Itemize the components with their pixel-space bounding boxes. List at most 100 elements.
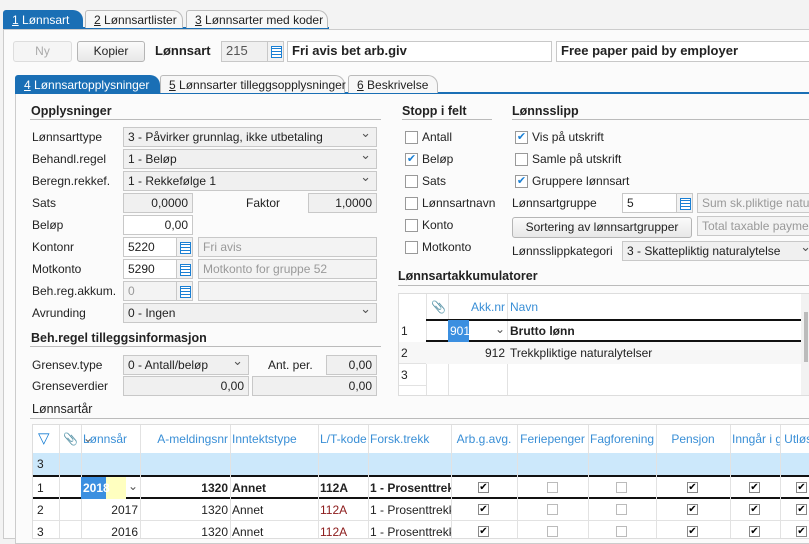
col-akknr[interactable]: Akk.nr [448,296,507,318]
checkbox-lønnsartnavn[interactable] [405,197,418,210]
grid-checkbox[interactable]: ✔ [478,482,489,493]
amelding-cell[interactable]: 1320 [140,499,230,521]
new-button[interactable]: Ny [13,41,72,62]
belop-label: Beløp [32,218,64,232]
grid-checkbox[interactable]: ✔ [749,504,760,515]
list-lookup-icon[interactable] [267,41,284,62]
col-navn[interactable]: Navn [508,296,540,318]
grid-checkbox[interactable] [616,482,627,493]
tab-label: Lønnsartlister [104,13,177,27]
year-cell[interactable]: 2016 [81,521,140,538]
gruppe-input[interactable]: 5 [622,193,677,213]
akknr-cell[interactable]: 912 [448,342,507,364]
divider [30,346,381,347]
grid-checkbox[interactable]: ✔ [796,504,807,515]
tab-tilleggsopplysninger[interactable]: 5 Lønnsarter tilleggsopplysninger [160,75,346,93]
grid-checkbox[interactable]: ✔ [796,482,807,493]
checkbox-sats[interactable] [405,175,418,188]
tab-beskrivelse[interactable]: 6 Beskrivelse [348,75,438,93]
amelding-cell[interactable]: 1320 [140,477,230,499]
grid-checkbox[interactable] [616,526,627,537]
forsk-cell[interactable]: 1 - Prosenttrekk [368,521,451,538]
chevron-down-icon[interactable]: ⌄ [126,475,140,497]
list-lookup-icon[interactable] [176,281,193,301]
behreg-input[interactable]: 0 [123,281,177,301]
checkbox-motkonto[interactable] [405,241,418,254]
col-header[interactable]: Inntektstype [230,428,318,450]
grenseverdi-2-input[interactable]: 0,00 [252,376,377,396]
chevron-down-icon[interactable]: ⌄ [493,318,507,340]
sortering-button[interactable]: Sortering av lønnsartgrupper [512,217,692,238]
amelding-cell[interactable]: 1320 [140,521,230,538]
grid-checkbox[interactable]: ✔ [687,482,698,493]
grid-checkbox[interactable] [547,526,558,537]
grenseverdi-1-input[interactable]: 0,00 [123,376,249,396]
grid-checkbox[interactable]: ✔ [749,482,760,493]
lonnsart-name-input[interactable]: Fri avis bet arb.giv [287,41,552,62]
checkbox-label: Lønnsartnavn [422,196,496,210]
inntekt-cell[interactable]: Annet [230,477,318,499]
col-header[interactable]: Pensjon [656,428,730,450]
kontonr-input[interactable]: 5220 [123,237,177,257]
sort-chevron-icon[interactable]: ⌄ [81,427,95,449]
behandl-select[interactable]: 1 - Beløp [123,149,377,169]
checkbox-label: Samle på utskrift [532,152,622,166]
scrollbar[interactable] [801,294,809,395]
filter-row[interactable] [33,453,809,475]
list-lookup-icon[interactable] [176,237,193,257]
checkbox-konto[interactable] [405,219,418,232]
col-header[interactable]: Feriepenger [517,428,588,450]
tab-lonnsarter-med-koder[interactable]: 3 Lønnsarter med koder [186,10,328,28]
tab-lonnsartlister[interactable]: 2 Lønnsartlister [85,10,183,28]
col-header[interactable]: L/T-kode [318,428,368,450]
akk-heading: Lønnsartakkumulatorer [398,269,538,283]
grid-checkbox[interactable]: ✔ [749,526,760,537]
col-header[interactable]: Fagforening [588,428,656,450]
faktor-input[interactable]: 1,0000 [308,193,377,213]
antper-label: Ant. per. [268,358,313,372]
grid-checkbox[interactable] [547,504,558,515]
forsk-cell[interactable]: 1 - Prosenttrekk [368,499,451,521]
checkbox-lonnsslipp[interactable] [515,153,528,166]
col-header[interactable]: Inngår i gr [730,428,780,450]
copy-button[interactable]: Kopier [77,41,145,62]
sats-input[interactable]: 0,0000 [123,193,193,213]
grid-checkbox[interactable]: ✔ [478,504,489,515]
forsk-cell[interactable]: 1 - Prosenttrekk [368,477,451,499]
lt-cell[interactable]: 112A [318,499,368,521]
kategori-select[interactable]: 3 - Skattepliktig naturalytelse [622,241,809,261]
lt-cell[interactable]: 112A [318,477,368,499]
grid-checkbox[interactable]: ✔ [796,526,807,537]
lonnsart-name-en-input[interactable]: Free paper paid by employer [556,41,809,62]
list-lookup-icon[interactable] [676,193,693,213]
grid-checkbox[interactable]: ✔ [478,526,489,537]
col-header[interactable]: Forsk.trekk [368,428,451,450]
tab-lonnsart[interactable]: 1 Lønnsart [3,10,83,28]
lonnsart-number-input[interactable]: 215 [221,41,268,62]
filter-icon[interactable]: ▽ [36,428,52,450]
col-header[interactable]: A-meldingsnr [140,428,230,450]
motkonto-input[interactable]: 5290 [123,259,177,279]
antper-input[interactable]: 0,00 [326,355,377,375]
inntekt-cell[interactable]: Annet [230,521,318,538]
checkbox-lonnsslipp[interactable]: ✔ [515,175,528,188]
checkbox-lonnsslipp[interactable]: ✔ [515,131,528,144]
tab-lonnsartopplysninger[interactable]: 4 Lønnsartopplysninger [15,75,160,93]
year-cell[interactable]: 2017 [81,499,140,521]
grid-checkbox[interactable]: ✔ [687,504,698,515]
avrunding-select[interactable]: 0 - Ingen [123,303,377,323]
belop-input[interactable]: 0,00 [123,215,193,235]
grid-checkbox[interactable] [616,504,627,515]
checkbox-beløp[interactable]: ✔ [405,153,418,166]
grid-checkbox[interactable] [547,482,558,493]
checkbox-antall[interactable] [405,131,418,144]
beregn-select[interactable]: 1 - Rekkefølge 1 [123,171,377,191]
grensev-select[interactable]: 0 - Antall/beløp [123,355,249,375]
lonnsarttype-select[interactable]: 3 - Påvirker grunnlag, ikke utbetaling [123,127,377,147]
grid-checkbox[interactable]: ✔ [687,526,698,537]
list-lookup-icon[interactable] [176,259,193,279]
col-header[interactable]: Utløse [780,428,809,450]
inntekt-cell[interactable]: Annet [230,499,318,521]
lt-cell[interactable]: 112A [318,521,368,538]
col-header[interactable]: Arb.g.avg. [451,428,517,450]
